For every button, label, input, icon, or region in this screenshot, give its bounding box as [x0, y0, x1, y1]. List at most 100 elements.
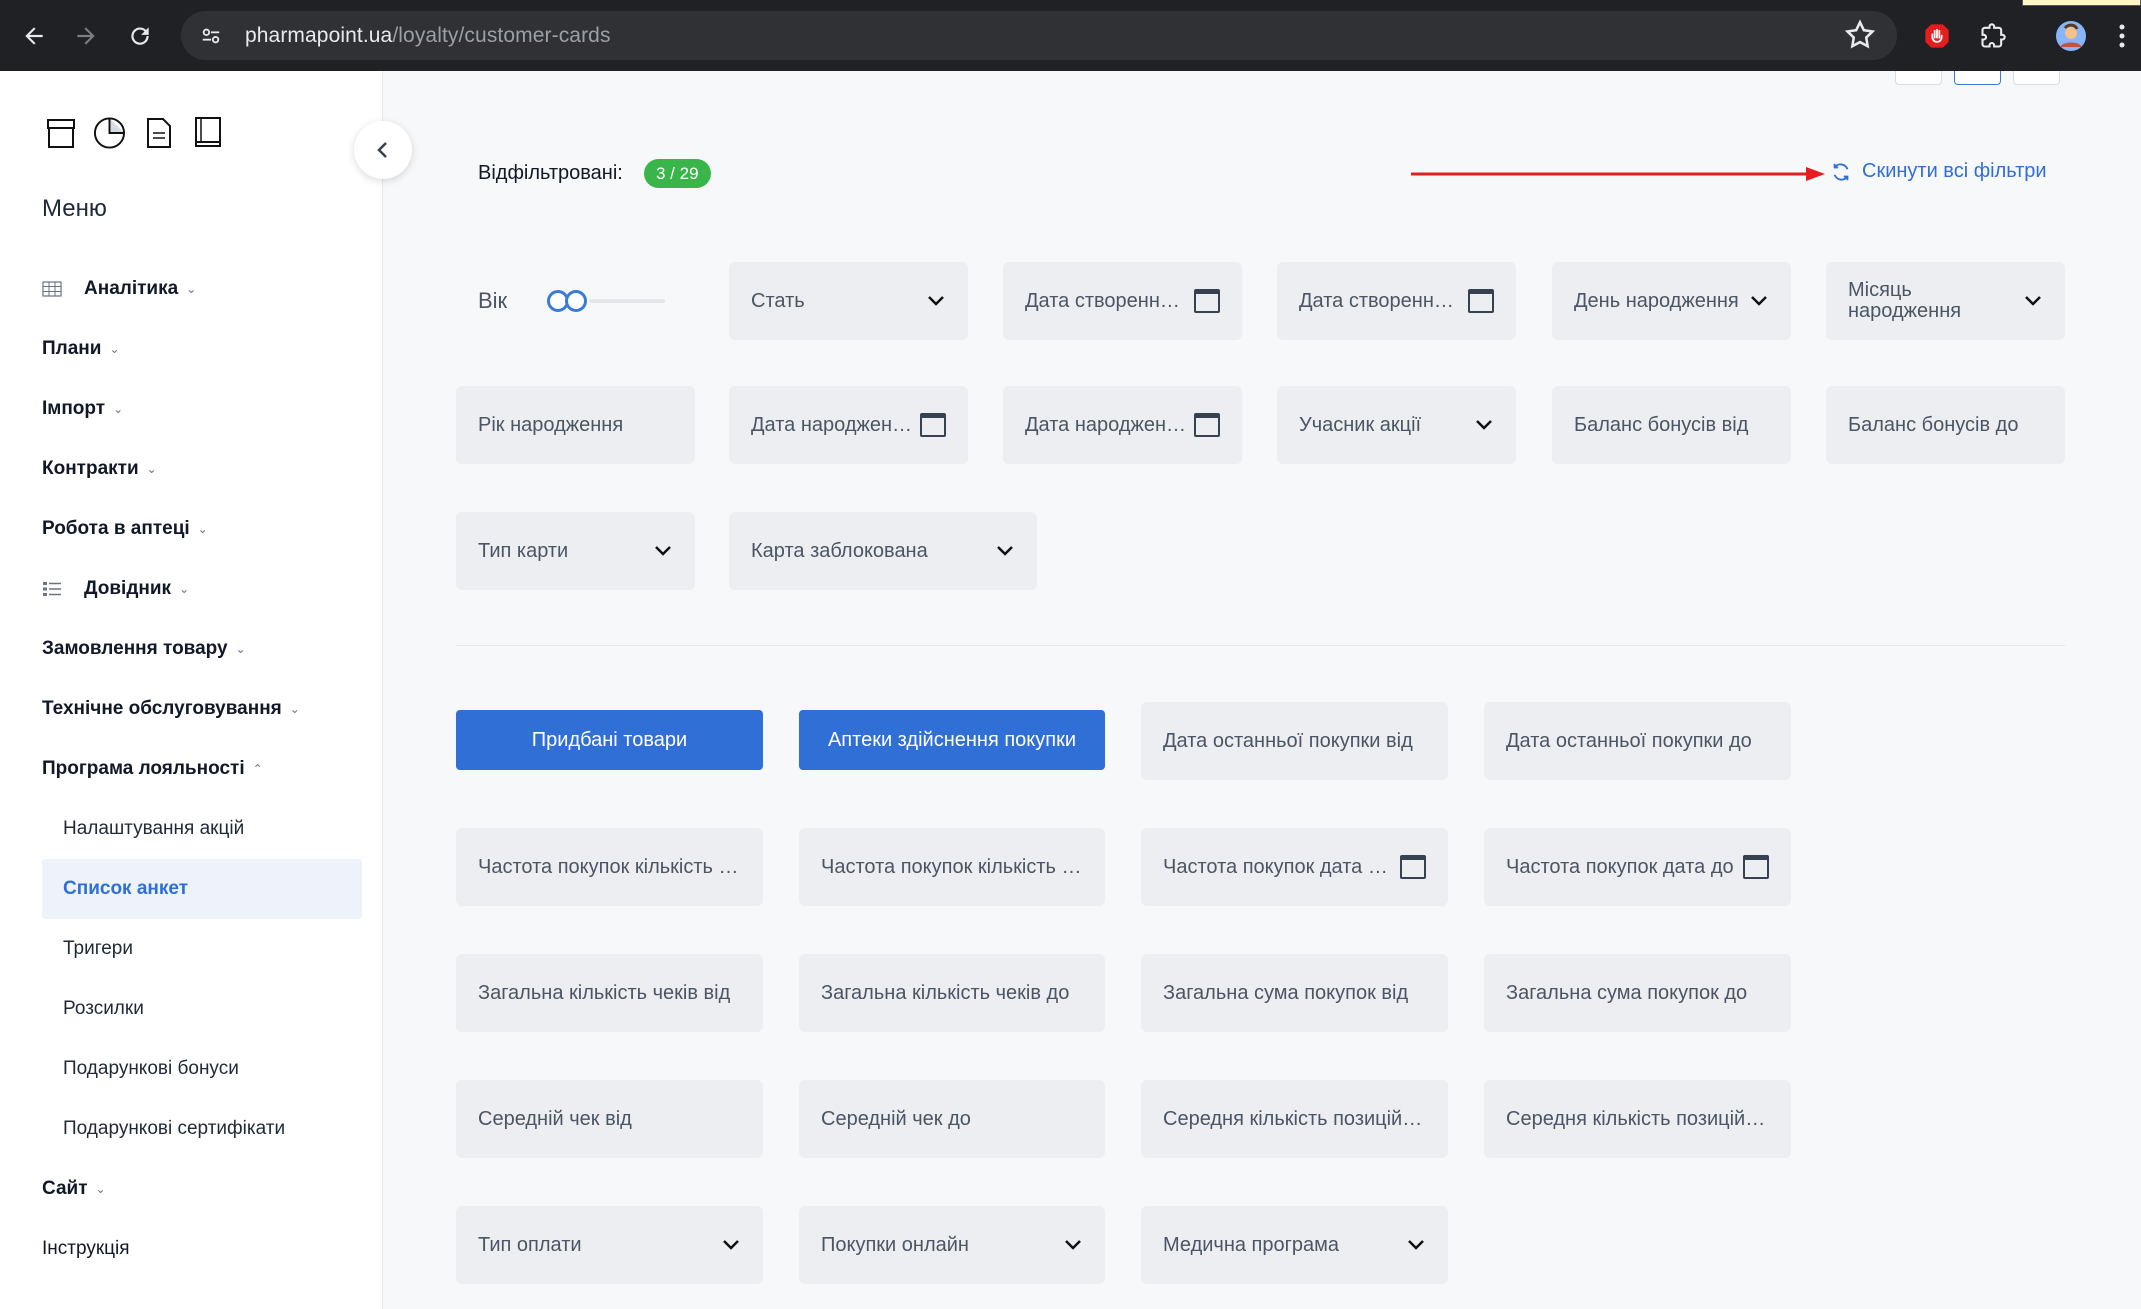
sidebar-item-orders[interactable]: Замовлення товару ⌄: [42, 619, 362, 679]
sidebar-item-label: Технічне обслуговування: [42, 698, 282, 719]
top-action-button[interactable]: [2013, 71, 2060, 85]
calendar-icon: [920, 413, 946, 437]
sidebar-item-analytics[interactable]: Аналітика ⌄: [42, 259, 362, 319]
sidebar-item-label: Імпорт: [42, 398, 106, 419]
birth-month-select[interactable]: Місяць народження: [1826, 262, 2065, 340]
sidebar-subitem-label: Розсилки: [63, 998, 144, 1019]
document-icon[interactable]: [142, 115, 175, 151]
sidebar-subitem-promo-settings[interactable]: Налаштування акцій: [42, 799, 362, 859]
sum-total-from-input[interactable]: Загальна сума покупок від: [1141, 954, 1448, 1032]
purchase-pharmacies-button[interactable]: Аптеки здійснення покупки: [799, 710, 1105, 770]
extensions-puzzle-icon[interactable]: [1974, 17, 2012, 55]
freq-count-from-input[interactable]: Частота покупок кількість від: [456, 828, 763, 906]
sidebar-subitem-triggers[interactable]: Тригери: [42, 919, 362, 979]
freq-count-to-label: Частота покупок кількість до: [821, 855, 1083, 878]
created-from-date-field[interactable]: Дата створення від: [1003, 262, 1242, 340]
sidebar-item-loyalty[interactable]: Програма лояльності ⌃: [42, 739, 362, 799]
reset-filters-label: Скинути всі фільтри: [1862, 160, 2047, 182]
archive-icon[interactable]: [44, 115, 77, 151]
collapse-sidebar-button[interactable]: [354, 121, 412, 179]
sidebar-item-pharmacy-work[interactable]: Робота в аптеці ⌄: [42, 499, 362, 559]
bookmark-star-icon[interactable]: [1843, 18, 1877, 57]
list-icon: [42, 580, 66, 598]
sidebar-subitem-gift-bonuses[interactable]: Подарункові бонуси: [42, 1039, 362, 1099]
sum-total-to-input[interactable]: Загальна сума покупок до: [1484, 954, 1791, 1032]
sidebar-item-maintenance[interactable]: Технічне обслуговування ⌄: [42, 679, 362, 739]
birth-date-from-field[interactable]: Дата народження від: [729, 386, 968, 464]
freq-date-to-field[interactable]: Частота покупок дата до: [1484, 828, 1791, 906]
back-button[interactable]: [14, 16, 54, 56]
avg-check-from-input[interactable]: Середній чек від: [456, 1080, 763, 1158]
avg-positions-from-input[interactable]: Середня кількість позицій від: [1141, 1080, 1448, 1158]
online-purchases-select[interactable]: Покупки онлайн: [799, 1206, 1105, 1284]
sidebar-item-plans[interactable]: Плани ⌄: [42, 319, 362, 379]
last-purchase-from-field[interactable]: Дата останньої покупки від: [1141, 702, 1448, 780]
calendar-icon: [1468, 289, 1494, 313]
pie-chart-icon[interactable]: [93, 115, 126, 151]
sidebar-item-site[interactable]: Сайт ⌄: [42, 1159, 362, 1219]
reload-button[interactable]: [120, 16, 160, 56]
birth-date-to-label: Дата народження до: [1025, 413, 1188, 436]
freq-date-from-field[interactable]: Частота покупок дата від: [1141, 828, 1448, 906]
chevron-down-icon: [995, 541, 1015, 561]
sidebar-subitem-gift-certificates[interactable]: Подарункові сертифікати: [42, 1099, 362, 1159]
bonus-balance-from-input[interactable]: Баланс бонусів від: [1552, 386, 1791, 464]
last-purchase-to-field[interactable]: Дата останньої покупки до: [1484, 702, 1791, 780]
address-bar[interactable]: pharmapoint.ua/loyalty/customer-cards: [181, 11, 1897, 60]
payment-type-select[interactable]: Тип оплати: [456, 1206, 763, 1284]
filtered-count-badge: 3 / 29: [644, 159, 711, 188]
avg-positions-to-input[interactable]: Середня кількість позицій до: [1484, 1080, 1791, 1158]
last-purchase-from-label: Дата останньої покупки від: [1163, 729, 1413, 752]
checks-total-from-input[interactable]: Загальна кількість чеків від: [456, 954, 763, 1032]
gender-select-label: Стать: [751, 289, 805, 312]
sidebar-item-contracts[interactable]: Контракти ⌄: [42, 439, 362, 499]
main-content: Відфільтровані: 3 / 29 Скинути всі фільт…: [383, 71, 2141, 1309]
site-info-icon[interactable]: [191, 16, 231, 56]
sidebar-item-label: Замовлення товару: [42, 638, 228, 659]
red-arrow-annotation: [1411, 167, 1825, 181]
sidebar-subitem-label: Подарункові бонуси: [63, 1058, 239, 1079]
profile-avatar[interactable]: [2052, 17, 2090, 55]
freq-date-to-label: Частота покупок дата до: [1506, 855, 1734, 878]
bought-goods-button[interactable]: Придбані товари: [456, 710, 763, 770]
birth-date-to-field[interactable]: Дата народження до: [1003, 386, 1242, 464]
adblock-extension-icon[interactable]: [1918, 17, 1956, 55]
checks-total-to-label: Загальна кількість чеків до: [821, 981, 1070, 1004]
birth-year-input[interactable]: Рік народження: [456, 386, 695, 464]
calendar-icon: [1194, 289, 1220, 313]
avg-check-to-input[interactable]: Середній чек до: [799, 1080, 1105, 1158]
freq-count-to-input[interactable]: Частота покупок кількість до: [799, 828, 1105, 906]
bonus-balance-to-input[interactable]: Баланс бонусів до: [1826, 386, 2065, 464]
sidebar-subitem-questionnaires[interactable]: Список анкет: [42, 859, 362, 919]
reset-filters-link[interactable]: Скинути всі фільтри: [1830, 160, 2047, 183]
top-action-button[interactable]: [1895, 71, 1942, 85]
sidebar-subitem-mailings[interactable]: Розсилки: [42, 979, 362, 1039]
gender-select[interactable]: Стать: [729, 262, 968, 340]
chevron-down-icon: ⌄: [179, 582, 190, 596]
birth-day-select[interactable]: День народження: [1552, 262, 1791, 340]
sidebar-subitem-label: Налаштування акцій: [63, 818, 245, 839]
checks-total-from-label: Загальна кількість чеків від: [478, 981, 731, 1004]
sidebar-item-instruction[interactable]: Інструкція: [42, 1219, 362, 1279]
sidebar-item-import[interactable]: Імпорт ⌄: [42, 379, 362, 439]
freq-date-from-label: Частота покупок дата від: [1163, 855, 1394, 878]
promo-participant-select[interactable]: Учасник акції: [1277, 386, 1516, 464]
created-to-date-field[interactable]: Дата створення до: [1277, 262, 1516, 340]
chevron-down-icon: [1749, 291, 1769, 311]
medical-program-label: Медична програма: [1163, 1233, 1340, 1256]
chevron-down-icon: [653, 541, 673, 561]
book-icon[interactable]: [191, 115, 224, 151]
age-range-slider[interactable]: [547, 290, 666, 312]
sidebar-subitem-label: Список анкет: [63, 878, 189, 899]
slider-handle-max[interactable]: [565, 290, 588, 312]
card-blocked-select[interactable]: Карта заблокована: [729, 512, 1037, 590]
card-type-select[interactable]: Тип карти: [456, 512, 695, 590]
top-action-button[interactable]: [1954, 71, 2001, 85]
checks-total-to-input[interactable]: Загальна кількість чеків до: [799, 954, 1105, 1032]
medical-program-select[interactable]: Медична програма: [1141, 1206, 1448, 1284]
sidebar-item-label: Аналітика: [84, 278, 179, 299]
forward-button[interactable]: [66, 16, 106, 56]
sidebar-item-directory[interactable]: Довідник ⌄: [42, 559, 362, 619]
created-from-label: Дата створення від: [1025, 289, 1188, 312]
chrome-menu-icon[interactable]: [2110, 17, 2134, 55]
